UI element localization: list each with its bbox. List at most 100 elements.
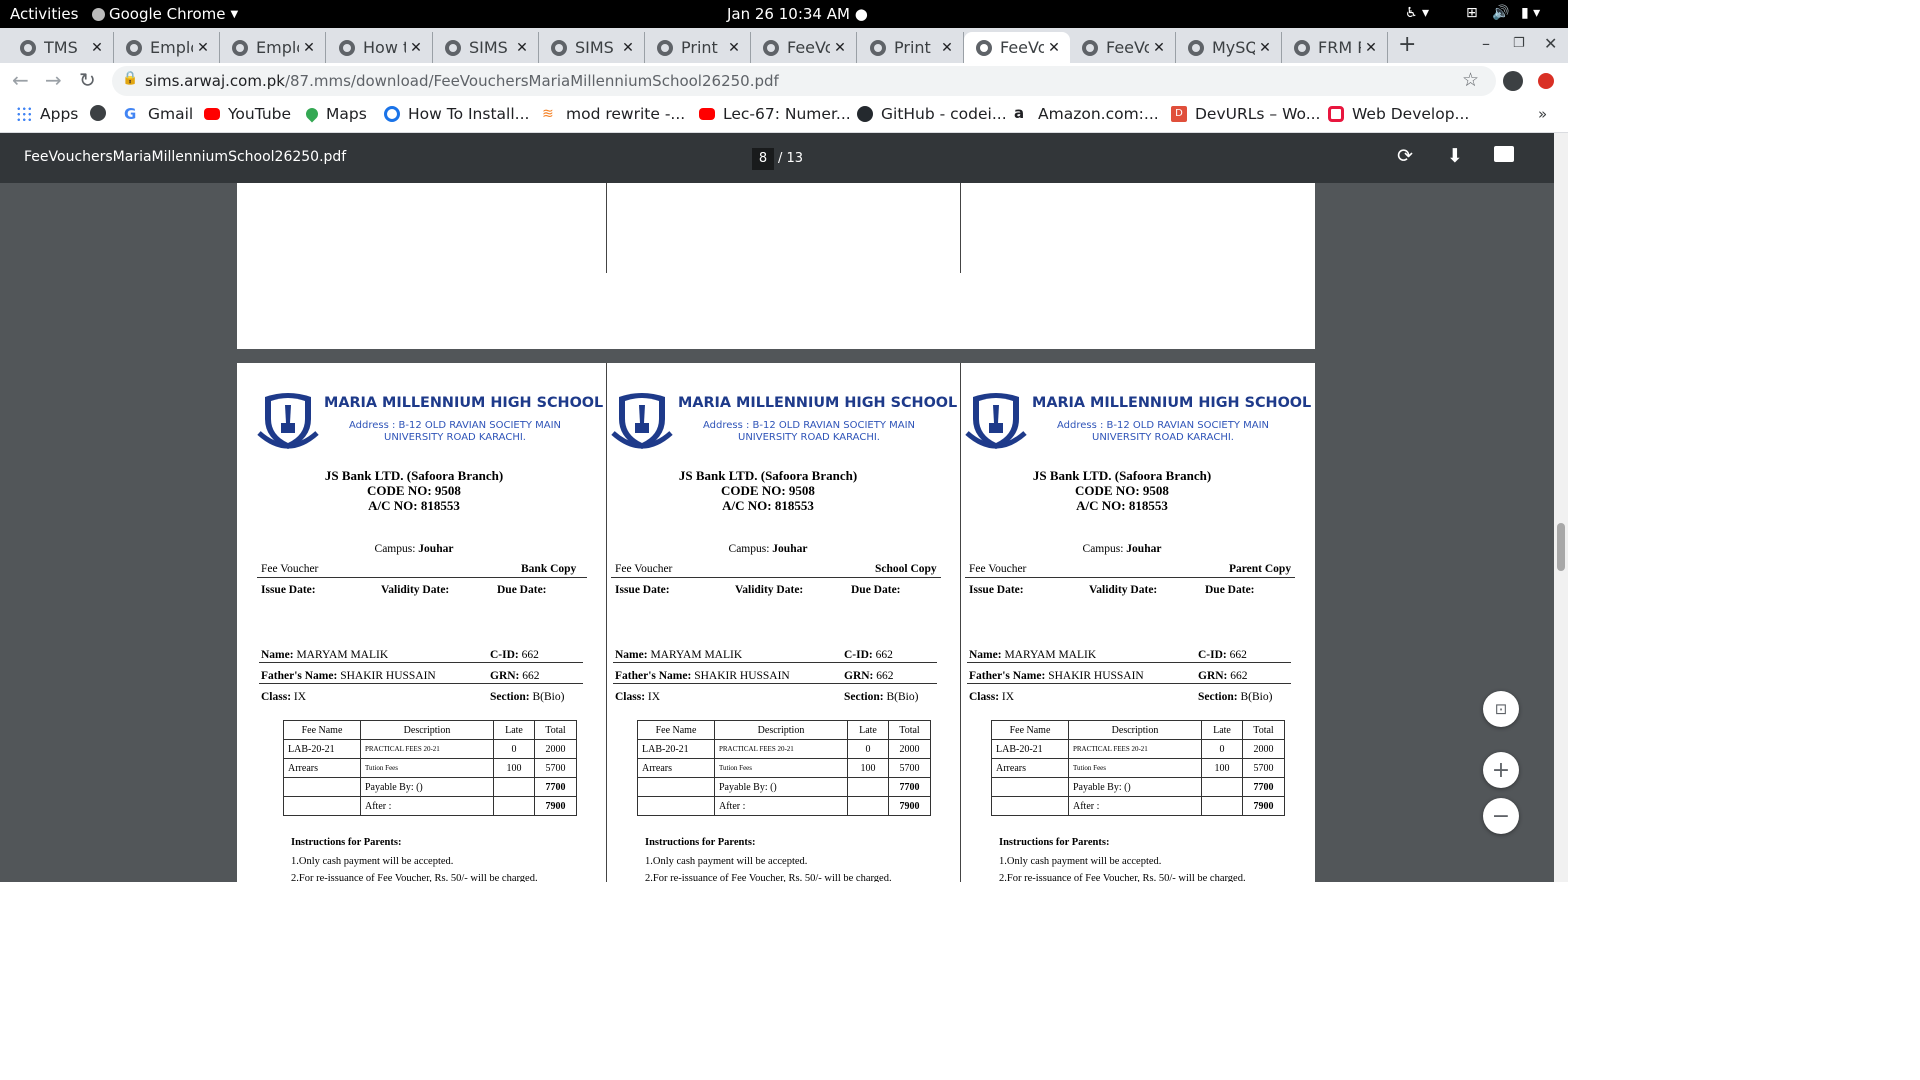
copy-label: Bank Copy bbox=[521, 563, 577, 575]
close-icon[interactable]: ✕ bbox=[193, 40, 213, 56]
globe-icon bbox=[126, 39, 142, 56]
page-number-input[interactable]: 8 bbox=[752, 148, 774, 170]
tab[interactable]: FRM P✕ bbox=[1282, 32, 1388, 63]
download-icon[interactable]: ⬇ bbox=[1447, 145, 1463, 167]
close-icon[interactable]: ✕ bbox=[830, 40, 850, 56]
bookmarks-overflow-icon[interactable]: » bbox=[1538, 105, 1547, 123]
tab[interactable]: Print I ✕ bbox=[858, 32, 964, 63]
battery-icon[interactable]: ▮ ▾ bbox=[1521, 5, 1540, 21]
print-icon[interactable] bbox=[1494, 146, 1514, 162]
father-name: SHAKIR HUSSAIN bbox=[340, 670, 436, 682]
close-window-icon[interactable]: ✕ bbox=[1544, 34, 1557, 53]
after-total: 7900 bbox=[534, 796, 577, 816]
due-date-label: Due Date: bbox=[1205, 584, 1255, 596]
bank-code: CODE NO: 9508 bbox=[1075, 483, 1169, 498]
tab-label: Print I bbox=[894, 38, 937, 57]
new-tab-button[interactable]: + bbox=[1398, 32, 1416, 57]
bookmark-apps[interactable]: Apps bbox=[16, 105, 78, 123]
cid-label: C-ID: bbox=[1198, 649, 1227, 661]
tab[interactable]: TMS ✕ bbox=[8, 32, 114, 63]
bookmark-star-icon[interactable]: ☆ bbox=[1462, 69, 1479, 91]
bank-account: A/C NO: 818553 bbox=[1076, 498, 1168, 513]
bookmark-lec67[interactable]: Lec-67: Numer... bbox=[699, 105, 851, 123]
close-icon[interactable]: ✕ bbox=[87, 40, 107, 56]
back-icon[interactable]: ← bbox=[12, 68, 29, 92]
close-icon[interactable]: ✕ bbox=[1255, 40, 1275, 56]
bookmark-web-develop[interactable]: Web Develop... bbox=[1328, 105, 1469, 123]
tab[interactable]: FeeVo ✕ bbox=[751, 32, 857, 63]
tab-label: FeeVo bbox=[1106, 38, 1149, 57]
bookmark-globe[interactable] bbox=[90, 105, 114, 121]
payable-row: Payable By: () 7700 bbox=[991, 777, 1285, 797]
bookmark-github[interactable]: GitHub - codei... bbox=[857, 105, 1007, 123]
restore-icon[interactable]: ❐ bbox=[1513, 36, 1525, 51]
class-row: Class: IX Section: B(Bio) bbox=[261, 691, 607, 703]
scrollbar-thumb[interactable] bbox=[1557, 523, 1565, 571]
tab-label: MySQ bbox=[1212, 38, 1255, 57]
tab[interactable]: Print I ✕ bbox=[645, 32, 751, 63]
table-row: Arrears Tution Fees 100 5700 bbox=[637, 758, 931, 778]
close-icon[interactable]: ✕ bbox=[1044, 40, 1064, 56]
bookmark-devurls[interactable]: D DevURLs – Wo... bbox=[1171, 105, 1320, 123]
tab-label: TMS bbox=[44, 38, 78, 57]
section-label: Section: bbox=[490, 691, 530, 703]
activities-button[interactable]: Activities bbox=[10, 5, 78, 23]
table-row: Arrears Tution Fees 100 5700 bbox=[991, 758, 1285, 778]
update-icon[interactable] bbox=[1538, 73, 1554, 89]
accessibility-icon[interactable]: ♿ ▾ bbox=[1405, 5, 1429, 21]
zoom-in-button[interactable]: + bbox=[1483, 752, 1519, 788]
campus-label: Campus: bbox=[374, 543, 416, 555]
bookmark-amazon[interactable]: a Amazon.com:... bbox=[1014, 105, 1159, 123]
tab[interactable]: FeeVo ✕ bbox=[964, 32, 1070, 63]
bookmark-youtube[interactable]: YouTube bbox=[204, 105, 291, 123]
divider bbox=[613, 683, 937, 684]
student-name: MARYAM MALIK bbox=[650, 649, 743, 661]
cid-value: 662 bbox=[521, 649, 539, 661]
minimize-icon[interactable]: – bbox=[1482, 34, 1490, 53]
address-bar[interactable]: 🔒 sims.arwaj.com.pk/87.mms/download/FeeV… bbox=[112, 66, 1496, 96]
close-icon[interactable]: ✕ bbox=[618, 40, 638, 56]
father-row: Father's Name: SHAKIR HUSSAIN GRN: 662 bbox=[615, 670, 961, 682]
close-icon[interactable]: ✕ bbox=[937, 40, 957, 56]
tab[interactable]: FeeVo ✕ bbox=[1070, 32, 1176, 63]
app-menu[interactable]: Google Chrome ▼ bbox=[92, 5, 238, 23]
close-icon[interactable]: ✕ bbox=[406, 40, 426, 56]
close-icon[interactable]: ✕ bbox=[1149, 40, 1169, 56]
address-line: Address : B-12 OLD RAVIAN SOCIETY MAIN bbox=[1056, 420, 1270, 431]
tab-label: Print I bbox=[681, 38, 724, 57]
globe-icon bbox=[232, 39, 248, 56]
tab[interactable]: MySQ ✕ bbox=[1176, 32, 1282, 63]
tab[interactable]: How t ✕ bbox=[327, 32, 433, 63]
voucher-label: Fee Voucher bbox=[615, 563, 673, 575]
tab[interactable]: SIMS -✕ bbox=[539, 32, 645, 63]
bookmark-gmail[interactable]: G Gmail bbox=[124, 105, 193, 123]
lock-icon[interactable]: 🔒 bbox=[122, 71, 138, 86]
reload-icon[interactable]: ↻ bbox=[79, 68, 96, 92]
bookmark-maps[interactable]: Maps bbox=[303, 105, 367, 123]
empty-cell bbox=[637, 796, 715, 816]
bank-info: JS Bank LTD. (Safoora Branch) CODE NO: 9… bbox=[591, 468, 945, 513]
tab[interactable]: Emplo✕ bbox=[114, 32, 220, 63]
scrollbar[interactable] bbox=[1554, 133, 1568, 882]
rotate-icon[interactable]: ⟳ bbox=[1397, 145, 1413, 167]
bookmark-how-to-install[interactable]: How To Install... bbox=[384, 105, 529, 123]
bookmark-label: Apps bbox=[40, 105, 79, 123]
tab[interactable]: SIMS -✕ bbox=[433, 32, 539, 63]
volume-icon[interactable]: 🔊 bbox=[1492, 5, 1509, 21]
description-cell: PRACTICAL FEES 20-21 bbox=[1068, 739, 1202, 759]
close-icon[interactable]: ✕ bbox=[299, 40, 319, 56]
instruction-item: 1.Only cash payment will be accepted. bbox=[291, 856, 454, 867]
tab[interactable]: Emplo✕ bbox=[220, 32, 326, 63]
network-icon[interactable]: ⊞ bbox=[1466, 5, 1478, 21]
close-icon[interactable]: ✕ bbox=[724, 40, 744, 56]
bookmark-mod-rewrite[interactable]: ≋ mod rewrite -... bbox=[542, 105, 685, 123]
fit-page-button[interactable]: ⊡ bbox=[1483, 691, 1519, 727]
clock[interactable]: Jan 26 10:34 AM ● bbox=[727, 5, 868, 23]
forward-icon[interactable]: → bbox=[45, 68, 62, 92]
close-icon[interactable]: ✕ bbox=[512, 40, 532, 56]
pdf-viewer[interactable]: MARIA MILLENNIUM HIGH SCHOOL Address : B… bbox=[0, 183, 1554, 882]
school-name: MARIA MILLENNIUM HIGH SCHOOL bbox=[324, 395, 604, 411]
zoom-out-button[interactable]: − bbox=[1483, 798, 1519, 834]
profile-avatar[interactable] bbox=[1503, 71, 1523, 91]
close-icon[interactable]: ✕ bbox=[1361, 40, 1381, 56]
